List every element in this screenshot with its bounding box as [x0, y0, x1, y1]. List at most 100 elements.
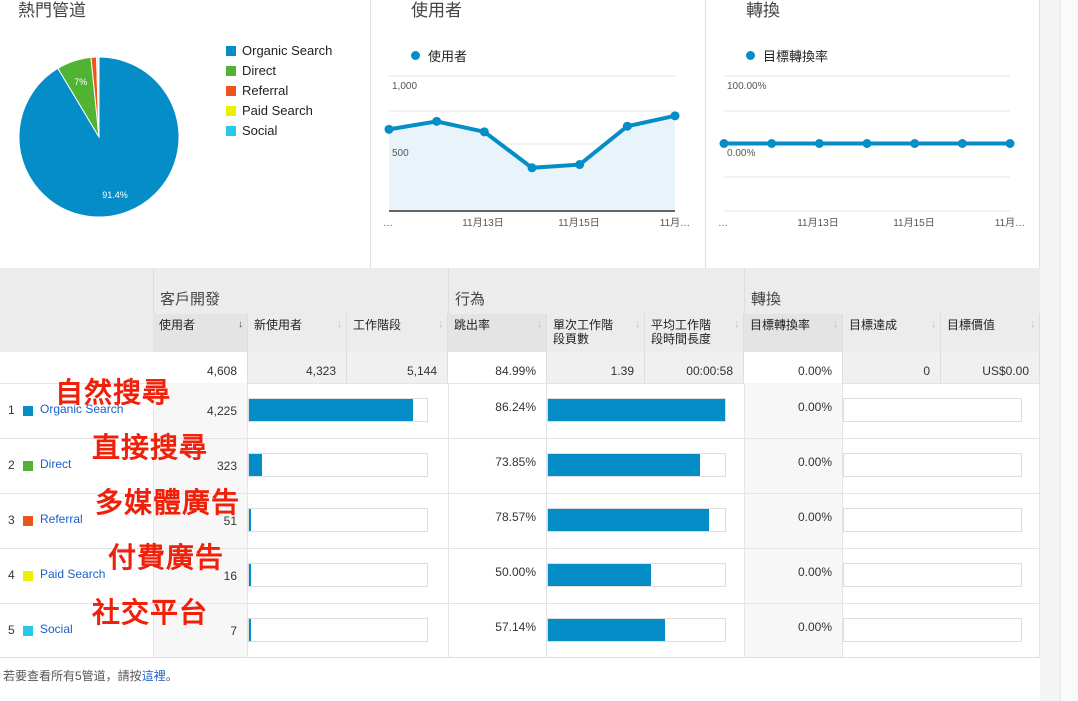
x-tick-label: 11月15日: [893, 217, 935, 229]
data-point[interactable]: [670, 111, 680, 121]
users-bar-fill: [249, 454, 262, 476]
channel-color-icon: [23, 571, 33, 581]
column-header-label: 目標價值: [947, 318, 996, 332]
bounce-rate-value: 57.14%: [448, 603, 547, 658]
x-tick-label: 11月…: [660, 217, 690, 229]
users-bar-fill: [249, 564, 251, 586]
column-header-label: 單次工作階: [553, 318, 614, 332]
sort-arrow-icon[interactable]: ↓: [931, 318, 936, 332]
data-point[interactable]: [622, 121, 632, 131]
channel-link[interactable]: Referral: [40, 512, 83, 526]
legend-item[interactable]: Organic Search: [226, 43, 332, 58]
users-bar-fill: [249, 619, 251, 641]
pie-label: 7%: [74, 77, 87, 87]
legend-label: Referral: [242, 83, 289, 98]
sort-arrow-icon[interactable]: ↓: [833, 318, 838, 332]
footer-note: 若要查看所有5管道，請按這裡。: [3, 667, 178, 684]
annotation-label: 社交平台: [92, 596, 209, 629]
legend-swatch-icon: [226, 125, 236, 136]
conversion-rate-value: 0.00%: [744, 493, 843, 548]
column-header[interactable]: 單次工作階 段頁數 ↓: [547, 314, 645, 352]
channels-panel: 熱門管道 91.4% 7% Organic Search Direct Referra…: [0, 0, 371, 268]
row-rank: 5: [8, 623, 15, 637]
channel-link[interactable]: Paid Search: [40, 567, 105, 581]
x-tick-label: 11月15日: [558, 217, 600, 229]
y-tick-label: 500: [392, 148, 409, 159]
legend-label: Direct: [242, 63, 276, 78]
sort-arrow-icon[interactable]: ↓: [238, 318, 243, 332]
column-header[interactable]: 使用者 ↓: [153, 314, 248, 352]
legend-item[interactable]: Referral: [226, 83, 288, 98]
channel-link[interactable]: Direct: [40, 457, 71, 471]
column-header-label: 段頁數: [553, 332, 590, 346]
column-header-label: 跳出率: [454, 318, 491, 332]
bounce-bar: [547, 398, 726, 422]
users-bar-fill: [249, 399, 414, 421]
data-point[interactable]: [479, 127, 489, 137]
users-bar: [248, 398, 428, 422]
scrollbar[interactable]: [1060, 0, 1078, 701]
column-header-label: 目標達成: [849, 318, 898, 332]
column-header[interactable]: 目標轉換率 ↓: [744, 314, 843, 352]
bounce-bar: [547, 563, 726, 587]
conversion-rate-value: 0.00%: [744, 438, 843, 493]
sort-arrow-icon[interactable]: ↓: [438, 318, 443, 332]
column-header[interactable]: 跳出率 ↓: [448, 314, 547, 352]
bounce-bar: [547, 508, 726, 532]
conversion-bar: [843, 508, 1022, 532]
channel-link[interactable]: Social: [40, 622, 73, 636]
column-header[interactable]: 工作階段 ↓: [347, 314, 448, 352]
channel-color-icon: [23, 461, 33, 471]
y-tick-label: 1,000: [392, 81, 417, 92]
users-panel: 使用者 使用者 1,000 500… 11月13日 11月15日 11月…: [371, 0, 706, 268]
x-tick-label: 11月13日: [462, 217, 504, 229]
bounce-bar: [547, 618, 726, 642]
channel-color-icon: [23, 516, 33, 526]
conversion-rate-value: 0.00%: [744, 548, 843, 603]
row-rank: 3: [8, 513, 15, 527]
sort-arrow-icon[interactable]: ↓: [635, 318, 640, 332]
legend-swatch-icon: [226, 85, 236, 96]
conversion-bar: [843, 453, 1022, 477]
bounce-rate-value: 50.00%: [448, 548, 547, 603]
data-point[interactable]: [957, 139, 967, 148]
bounce-bar-fill: [548, 564, 651, 586]
data-point[interactable]: [575, 160, 585, 170]
sort-arrow-icon[interactable]: ↓: [734, 318, 739, 332]
legend-label: Paid Search: [242, 103, 313, 118]
group-conversion: 轉換: [744, 268, 1040, 314]
legend-item[interactable]: Direct: [226, 63, 276, 78]
sort-arrow-icon[interactable]: ↓: [337, 318, 342, 332]
bounce-bar-fill: [548, 454, 700, 476]
total-value: 0: [843, 352, 941, 383]
y-tick-label: 100.00%: [727, 81, 767, 92]
data-point[interactable]: [767, 139, 777, 148]
view-all-link[interactable]: 這裡: [142, 669, 166, 683]
total-value: 00:00:58: [645, 352, 744, 383]
sort-arrow-icon[interactable]: ↓: [1030, 318, 1035, 332]
total-value: 1.39: [547, 352, 645, 383]
row-rank: 2: [8, 458, 15, 472]
legend-item[interactable]: Paid Search: [226, 103, 313, 118]
channel-color-icon: [23, 626, 33, 636]
annotation-label: 多媒體廣告: [95, 486, 241, 519]
table-corner: [0, 268, 153, 352]
bounce-bar-fill: [548, 619, 666, 641]
data-point[interactable]: [719, 139, 729, 148]
column-header[interactable]: 目標價值 ↓: [941, 314, 1040, 352]
column-header[interactable]: 新使用者 ↓: [248, 314, 347, 352]
data-point[interactable]: [527, 163, 537, 173]
legend-swatch-icon: [226, 45, 236, 56]
data-point[interactable]: [1005, 139, 1015, 148]
column-header[interactable]: 目標達成 ↓: [843, 314, 941, 352]
data-point[interactable]: [432, 116, 442, 126]
footer-end: 。: [165, 669, 178, 683]
data-point[interactable]: [910, 139, 920, 148]
data-point[interactable]: [862, 139, 872, 148]
column-header-label: 新使用者: [254, 318, 303, 332]
data-point[interactable]: [384, 124, 394, 134]
column-header[interactable]: 平均工作階 段時間長度 ↓: [645, 314, 744, 352]
data-point[interactable]: [814, 139, 824, 148]
sort-arrow-icon[interactable]: ↓: [537, 318, 542, 332]
legend-item[interactable]: Social: [226, 123, 277, 138]
